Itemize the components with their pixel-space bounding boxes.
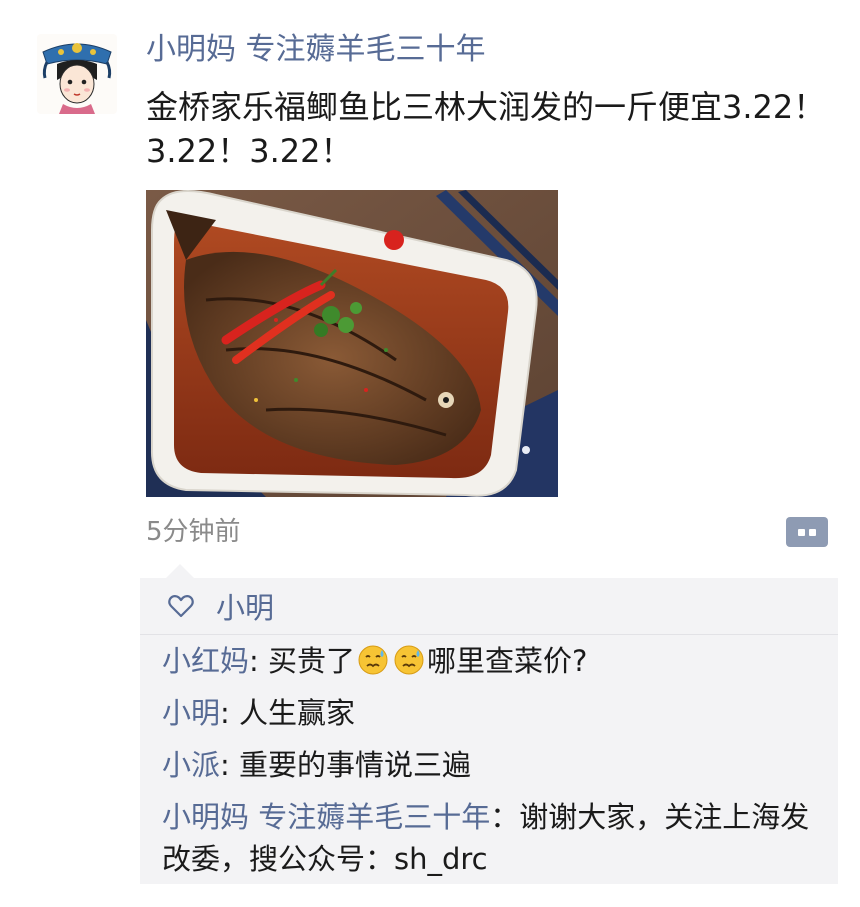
avatar[interactable] bbox=[37, 34, 117, 114]
comment-item[interactable]: 小明: 人生赢家 bbox=[162, 692, 822, 734]
post-timestamp: 5分钟前 bbox=[146, 517, 241, 547]
likes-comments-panel: 小明 小红妈: 买贵了 哪里查菜价? 小明: 人生赢家 小派: 重要的事情说三遍 小明妈… bbox=[140, 564, 838, 884]
comment-separator: ： bbox=[490, 800, 520, 834]
post-image[interactable] bbox=[146, 190, 558, 497]
sweat-face-emoji-icon bbox=[357, 644, 389, 676]
comment-item[interactable]: 小红妈: 买贵了 哪里查菜价? bbox=[162, 640, 822, 682]
comment-text: 买贵了 bbox=[268, 644, 356, 678]
comment-author[interactable]: 小派 bbox=[162, 748, 220, 782]
sweat-face-emoji-icon bbox=[393, 644, 425, 676]
comment-item[interactable]: 小明妈 专注薅羊毛三十年：谢谢大家，关注上海发改委，搜公众号：sh_drc bbox=[162, 796, 822, 880]
panel-caret bbox=[166, 564, 194, 578]
cartoon-girl-avatar-icon bbox=[37, 34, 117, 114]
comments-list: 小红妈: 买贵了 哪里查菜价? 小明: 人生赢家 小派: 重要的事情说三遍 小明妈 专注… bbox=[162, 640, 822, 890]
braised-fish-photo bbox=[146, 190, 558, 497]
heart-outline-icon bbox=[166, 591, 196, 621]
comment-separator: : bbox=[249, 644, 269, 678]
likes-row: 小明 bbox=[140, 578, 838, 635]
comment-more-button[interactable] bbox=[786, 517, 828, 547]
post-author-name[interactable]: 小明妈 专注薅羊毛三十年 bbox=[146, 30, 486, 70]
comment-author[interactable]: 小明妈 专注薅羊毛三十年 bbox=[162, 800, 490, 834]
comment-author[interactable]: 小红妈 bbox=[162, 644, 249, 678]
like-user-name[interactable]: 小明 bbox=[216, 585, 274, 627]
comment-text: 人生赢家 bbox=[239, 696, 356, 730]
more-dots-icon bbox=[798, 528, 805, 536]
post-text: 金桥家乐福鲫鱼比三林大润发的一斤便宜3.22！3.22！3.22！ bbox=[146, 88, 826, 170]
comment-separator: : bbox=[220, 748, 240, 782]
comment-text-tail: 哪里查菜价? bbox=[427, 644, 588, 678]
more-dot bbox=[809, 528, 816, 536]
comment-item[interactable]: 小派: 重要的事情说三遍 bbox=[162, 744, 822, 786]
moments-post: 小明妈 专注薅羊毛三十年 金桥家乐福鲫鱼比三林大润发的一斤便宜3.22！3.22… bbox=[0, 0, 860, 907]
comment-separator: : bbox=[220, 696, 240, 730]
comment-text: 重要的事情说三遍 bbox=[239, 748, 472, 782]
comment-author[interactable]: 小明 bbox=[162, 696, 220, 730]
